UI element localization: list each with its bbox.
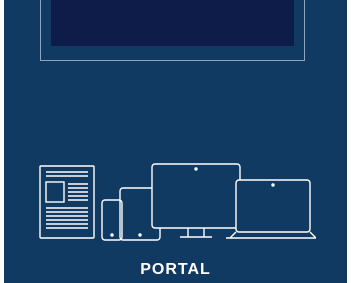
devices-illustration bbox=[39, 163, 316, 241]
portal-label: PORTAL bbox=[140, 261, 211, 278]
newspaper-icon bbox=[39, 165, 95, 239]
screen-display bbox=[51, 0, 294, 46]
laptop-icon bbox=[226, 179, 316, 239]
desktop-monitor-icon bbox=[151, 163, 241, 238]
screen-frame bbox=[40, 0, 305, 61]
portal-card[interactable]: PORTAL bbox=[4, 0, 347, 283]
smartphone-icon bbox=[101, 199, 123, 241]
